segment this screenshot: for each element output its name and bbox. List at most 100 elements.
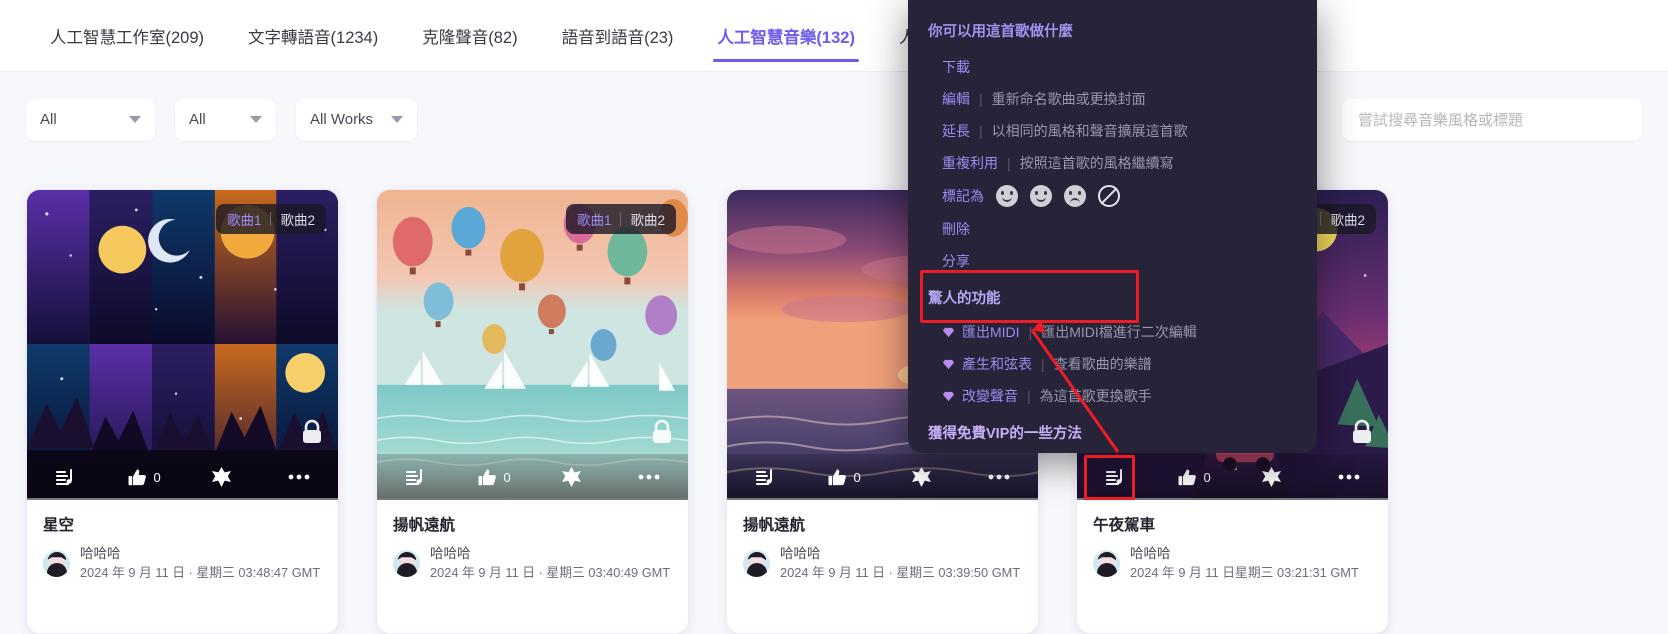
like-count: 0 <box>153 469 161 485</box>
created-date: 2024 年 9 月 11 日星期三 03:21:31 GMT <box>1130 564 1359 580</box>
menu-item-divider: | <box>1041 356 1045 372</box>
card-title: 午夜駕車 <box>1093 517 1156 534</box>
menu-item-desc: 按照這首歌的風格繼續寫 <box>1019 155 1174 171</box>
card-control-bar: 0 <box>27 454 338 500</box>
reaction-neutral-icon[interactable] <box>996 185 1018 207</box>
lyrics-button[interactable] <box>1077 454 1155 500</box>
tab-speech-to-speech[interactable]: 語音到語音(23) <box>540 0 696 72</box>
more-options-button[interactable] <box>260 454 338 500</box>
menu-item-label: 延長 <box>942 123 970 139</box>
tab-ai-music[interactable]: 人工智慧音樂(132) <box>695 0 877 72</box>
reaction-row-label: 標記為 <box>942 188 984 204</box>
card-control-bar: 0 <box>1077 454 1388 500</box>
track-toggle-pill[interactable]: 歌曲1 歌曲2 <box>565 204 676 234</box>
lyrics-button[interactable] <box>377 454 455 500</box>
like-button[interactable]: 0 <box>1155 454 1233 500</box>
menu-item-desc: 為這首歌更換歌手 <box>1039 388 1152 404</box>
card-control-bar: 0 <box>377 454 688 500</box>
search-input[interactable]: 嘗試搜尋音樂風格或標題 <box>1342 98 1642 141</box>
lock-icon[interactable] <box>1350 419 1374 450</box>
like-button[interactable]: 0 <box>805 454 883 500</box>
star-burst-icon <box>561 467 581 487</box>
reaction-sad-icon[interactable] <box>1064 185 1086 207</box>
tab-ai-studio[interactable]: 人工智慧工作室(209) <box>28 0 226 72</box>
reaction-block-icon[interactable] <box>1098 185 1120 207</box>
more-options-button[interactable] <box>1310 454 1388 500</box>
card-author-row: 哈哈哈 2024 年 9 月 11 日 · 星期三 03:40:49 GMT <box>393 544 672 582</box>
free-vip-heading: 獲得免費VIP的一些方法 <box>928 426 1082 442</box>
menu-item-reuse[interactable]: 重複利用 | 按照這首歌的風格繼續寫 <box>908 147 1317 179</box>
menu-item-survey[interactable]: 填寫問卷 | 告訴我們您需要什麼功能 <box>908 451 1317 453</box>
created-date: 2024 年 9 月 11 日 · 星期三 03:39:50 GMT <box>780 564 1021 580</box>
menu-item-share[interactable]: 分享 <box>908 245 1317 277</box>
tab-text-to-speech[interactable]: 文字轉語音(1234) <box>226 0 400 72</box>
author-name: 哈哈哈 <box>780 546 821 561</box>
track2-label[interactable]: 歌曲2 <box>1330 209 1365 229</box>
search-placeholder: 嘗試搜尋音樂風格或標題 <box>1358 112 1524 129</box>
menu-item-divider: | <box>979 91 983 107</box>
menu-item-extend[interactable]: 延長 | 以相同的風格和聲音擴展這首歌 <box>908 115 1317 147</box>
menu-item-export-midi[interactable]: 匯出MIDI | 匯出MIDI檔進行二次編輯 <box>908 316 1317 348</box>
reaction-smile-icon[interactable] <box>1030 185 1052 207</box>
tab-voice-clone[interactable]: 克隆聲音(82) <box>400 0 539 72</box>
song-context-menu[interactable]: 你可以用這首歌做什麼 下載 編輯 | 重新命名歌曲或更換封面 延長 | 以相同的… <box>908 0 1317 453</box>
menu-item-divider: | <box>1028 324 1033 340</box>
author-info: 哈哈哈 2024 年 9 月 11 日 · 星期三 03:48:47 GMT <box>80 544 320 582</box>
pill-divider <box>1320 212 1322 226</box>
menu-item-desc: 查看歌曲的樂譜 <box>1053 356 1152 372</box>
track2-label[interactable]: 歌曲2 <box>630 209 665 229</box>
author-name: 哈哈哈 <box>1130 546 1171 561</box>
lyrics-button[interactable] <box>727 454 805 500</box>
more-options-button[interactable] <box>960 454 1038 500</box>
favorite-button[interactable] <box>883 454 961 500</box>
genre-select[interactable]: All <box>26 98 155 141</box>
filter-bar: All All All Works 嘗試搜尋音樂風格或標題 <box>0 72 1668 167</box>
menu-item-label: 分享 <box>942 253 970 269</box>
like-button[interactable]: 0 <box>455 454 533 500</box>
reaction-row: 標記為 <box>908 179 1317 213</box>
card-author-row: 哈哈哈 2024 年 9 月 11 日星期三 03:21:31 GMT <box>1093 544 1372 582</box>
card-cover[interactable]: 歌曲1 歌曲2 <box>377 190 688 500</box>
track1-label[interactable]: 歌曲1 <box>577 209 612 229</box>
song-card[interactable]: 歌曲1 歌曲2 <box>376 189 689 634</box>
favorite-button[interactable] <box>183 454 261 500</box>
song-card[interactable]: 歌曲1 歌曲2 <box>26 189 339 634</box>
like-button[interactable]: 0 <box>105 454 183 500</box>
card-title: 揚帆遠航 <box>743 517 806 534</box>
mood-select[interactable]: All <box>175 98 276 141</box>
track-toggle-pill[interactable]: 歌曲1 歌曲2 <box>215 204 326 234</box>
like-count: 0 <box>1203 469 1211 485</box>
star-burst-icon <box>1261 467 1281 487</box>
menu-item-label: 下載 <box>942 59 970 75</box>
menu-item-label: 匯出MIDI <box>962 324 1020 340</box>
thumbs-up-icon <box>1178 469 1196 485</box>
card-author-row: 哈哈哈 2024 年 9 月 11 日 · 星期三 03:39:50 GMT <box>743 544 1022 582</box>
menu-item-divider: | <box>1027 388 1031 404</box>
chevron-down-icon <box>250 116 262 123</box>
menu-item-delete[interactable]: 刪除 <box>908 213 1317 245</box>
author-name: 哈哈哈 <box>430 546 471 561</box>
more-options-button[interactable] <box>610 454 688 500</box>
menu-item-desc: 以相同的風格和聲音擴展這首歌 <box>991 123 1188 139</box>
favorite-button[interactable] <box>1233 454 1311 500</box>
menu-item-desc: 重新命名歌曲或更換封面 <box>991 91 1146 107</box>
menu-item-download[interactable]: 下載 <box>908 51 1317 83</box>
like-count: 0 <box>503 469 511 485</box>
card-cover[interactable]: 歌曲1 歌曲2 <box>27 190 338 500</box>
lock-icon[interactable] <box>300 419 324 450</box>
favorite-button[interactable] <box>533 454 611 500</box>
menu-item-edit[interactable]: 編輯 | 重新命名歌曲或更換封面 <box>908 83 1317 115</box>
card-meta: 揚帆遠航 哈哈哈 2024 年 9 月 11 日 · 星期三 03:40:49 … <box>377 500 688 599</box>
lyrics-button[interactable] <box>27 454 105 500</box>
menu-item-generate-chords[interactable]: 產生和弦表 | 查看歌曲的樂譜 <box>908 348 1317 380</box>
avatar <box>1093 549 1120 577</box>
gem-icon <box>943 391 954 401</box>
track2-label[interactable]: 歌曲2 <box>280 209 315 229</box>
thumbs-up-icon <box>828 469 846 485</box>
lock-icon[interactable] <box>650 419 674 450</box>
lyrics-icon <box>756 468 773 485</box>
track1-label[interactable]: 歌曲1 <box>227 209 262 229</box>
works-select[interactable]: All Works <box>296 98 417 141</box>
card-title: 星空 <box>43 517 75 534</box>
menu-item-change-voice[interactable]: 改變聲音 | 為這首歌更換歌手 <box>908 380 1317 412</box>
